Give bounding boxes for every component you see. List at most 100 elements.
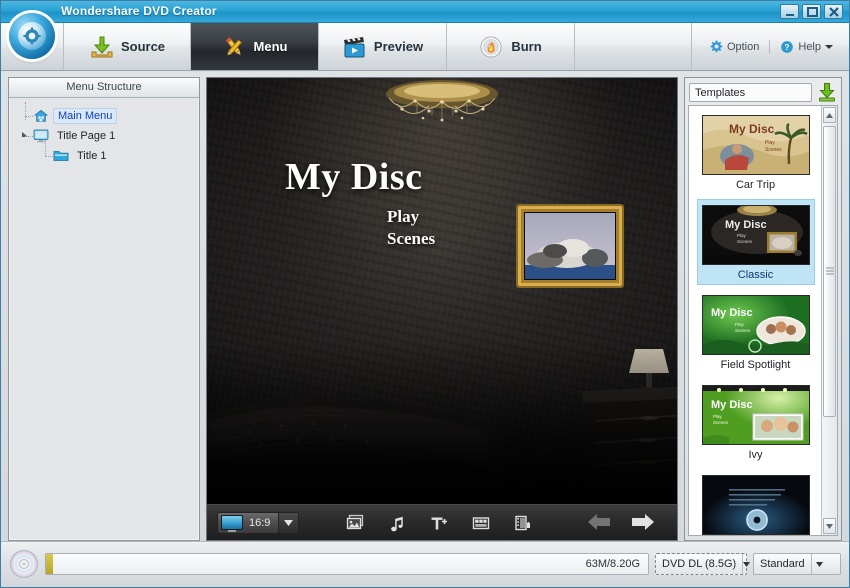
home-icon [33,109,49,123]
tree-item-main-menu-label: Main Menu [53,108,117,124]
menu-structure-header: Menu Structure [9,78,199,98]
template-thumbnail: My Disc Play Scenes [702,115,810,175]
add-text-icon[interactable] [429,513,449,533]
template-thumbnail: My Disc Play Scenes [702,295,810,355]
template-name: Classic [698,269,814,281]
template-item-classic[interactable]: My Disc Play Scenes Classic [697,199,815,285]
page-navigation [587,513,651,533]
template-item-car-trip[interactable]: My Disc Play Scenes Car Trip [697,109,815,195]
disc-capacity-bar: 63M/8.20G [45,553,649,575]
tab-source[interactable]: Source [63,23,191,70]
quality-value: Standard [760,558,811,570]
option-button[interactable]: Option [704,37,765,56]
tab-preview[interactable]: Preview [319,23,447,70]
svg-text:Scenes: Scenes [735,328,751,333]
svg-text:My Disc: My Disc [725,219,767,231]
template-name: Car Trip [698,179,814,191]
tree-item-title-1[interactable]: Title 1 [15,146,193,166]
templates-category-select[interactable]: Templates [689,83,812,102]
thumbnail-grid-icon[interactable] [471,513,491,533]
svg-text:Scenes: Scenes [713,420,729,425]
template-item-dark-disc[interactable] [697,469,815,535]
svg-text:Play: Play [765,140,775,146]
menu-item-play[interactable]: Play [387,206,435,228]
download-arrow-icon [89,35,113,59]
template-name: Ivy [698,449,814,461]
chevron-down-icon[interactable] [278,513,298,533]
tab-menu[interactable]: Menu [191,23,319,70]
tab-menu-label: Menu [254,39,288,54]
aspect-ratio-value: 16:9 [247,517,278,529]
tree-guide [45,140,46,156]
close-button[interactable] [824,4,843,19]
scroll-up-button[interactable] [823,107,836,123]
menu-edit-tools [345,513,533,533]
capacity-fill [46,554,53,574]
quality-select[interactable]: Standard [753,553,841,575]
svg-text:?: ? [785,42,790,51]
template-thumbnail: My Disc Play Scenes [702,385,810,445]
help-circle-icon: ? [780,40,794,54]
window-controls [780,4,843,19]
add-video-icon[interactable] [513,513,533,533]
scrollbar-track[interactable] [822,124,837,517]
chevron-down-icon[interactable] [811,554,827,574]
window-title: Wondershare DVD Creator [61,4,217,18]
media-type-select[interactable]: DVD DL (8.5G) [655,553,747,575]
tab-preview-label: Preview [374,39,423,54]
status-bar: 63M/8.20G DVD DL (8.5G) Standard [1,541,849,586]
template-thumbnail: My Disc Play Scenes [702,205,810,265]
background-image-icon[interactable] [345,513,365,533]
previous-page-button[interactable] [587,513,607,533]
minimize-button[interactable] [780,4,799,19]
maximize-button[interactable] [802,4,821,19]
help-button[interactable]: ? Help [774,37,839,57]
scrollbar-grip [826,266,834,277]
template-item-field-spotlight[interactable]: My Disc Play Scenes Field Spotlight [697,289,815,375]
menu-item-list: Play Scenes [387,206,435,250]
menu-background: My Disc Play Scenes [207,78,677,504]
folder-blue-icon [53,149,69,163]
ribbon-utility-links: Option ? Help [691,23,849,70]
option-label: Option [727,41,759,53]
gear-icon [23,27,41,45]
tab-burn-label: Burn [511,39,541,54]
chevron-down-icon[interactable] [742,554,750,574]
template-item-ivy[interactable]: My Disc Play Scenes Ivy [697,379,815,465]
svg-text:Play: Play [737,233,747,238]
help-label: Help [798,41,821,53]
template-name: Field Spotlight [698,359,814,371]
wondershare-orb-logo[interactable] [9,13,55,59]
aspect-ratio-selector[interactable]: 16:9 [217,512,299,534]
title-bar: Wondershare DVD Creator [1,1,849,23]
scroll-down-button[interactable] [823,518,836,534]
tree-item-title-1-label: Title 1 [73,149,111,163]
tree-guide [25,116,33,117]
svg-text:My Disc: My Disc [729,122,775,136]
preview-panel: My Disc Play Scenes [206,77,678,541]
monitor-icon [221,515,243,530]
tree-guide [25,102,26,120]
svg-text:Scenes: Scenes [737,239,753,244]
menu-item-scenes[interactable]: Scenes [387,228,435,250]
templates-scroll-area: My Disc Play Scenes Car Trip [689,106,821,535]
disc-title-text[interactable]: My Disc [285,155,423,199]
templates-header: Templates [685,78,841,105]
clapperboard-play-icon [342,35,366,59]
menu-preview-stage[interactable]: My Disc Play Scenes [207,78,677,504]
import-download-icon[interactable] [817,82,837,102]
capacity-text: 63M/8.20G [586,558,640,570]
tree-item-main-menu[interactable]: Main Menu [15,106,193,126]
tab-burn[interactable]: Burn [447,23,575,70]
templates-scrollbar[interactable] [821,106,837,535]
tree-item-title-page-1[interactable]: Title Page 1 [15,126,193,146]
next-page-button[interactable] [631,513,651,533]
main-tab-bar: Source Menu [1,23,849,71]
svg-text:Play: Play [735,322,745,327]
svg-text:My Disc: My Disc [711,399,753,411]
scrollbar-thumb[interactable] [823,126,836,417]
framed-photo-thumbnail[interactable] [515,203,625,289]
gear-icon [710,40,723,53]
music-note-icon[interactable] [387,513,407,533]
svg-text:My Disc: My Disc [711,307,753,319]
